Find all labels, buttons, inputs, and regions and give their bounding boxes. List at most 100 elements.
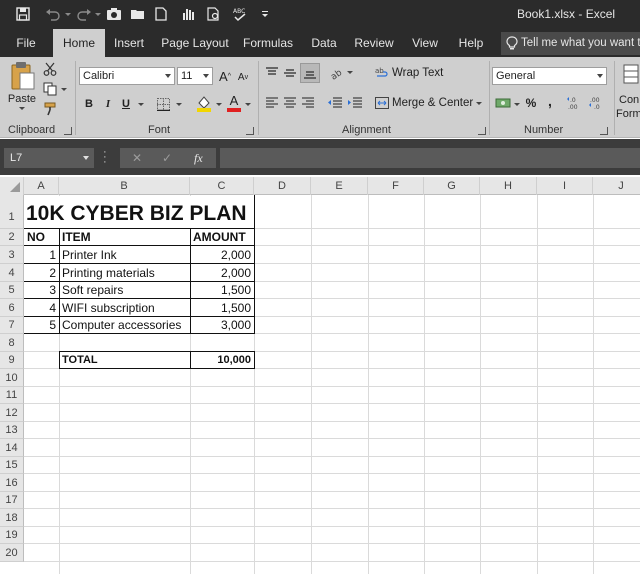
row-header-6[interactable]: 6: [0, 299, 24, 317]
column-header-e[interactable]: E: [311, 177, 368, 195]
merge-center-button[interactable]: Merge & Center: [392, 95, 473, 111]
row-header-11[interactable]: 11: [0, 387, 24, 404]
header-item[interactable]: ITEM: [59, 229, 190, 246]
cell-item[interactable]: WIFI subscription: [59, 299, 190, 317]
cell-no[interactable]: 5: [24, 317, 59, 334]
tab-view[interactable]: View: [408, 29, 442, 57]
borders-icon[interactable]: [154, 95, 172, 113]
tab-insert[interactable]: Insert: [110, 29, 148, 57]
row-header-1[interactable]: 1: [0, 195, 24, 229]
conditional-formatting-label-1[interactable]: Con: [619, 94, 639, 106]
cancel-icon[interactable]: ✕: [132, 148, 142, 168]
alignment-launcher-icon[interactable]: [478, 127, 486, 135]
cell-no[interactable]: 2: [24, 264, 59, 282]
cell-item[interactable]: Soft repairs: [59, 282, 190, 299]
number-format-combo[interactable]: General: [492, 67, 607, 85]
touch-mode-icon[interactable]: [178, 5, 198, 23]
font-color-button[interactable]: A: [226, 93, 242, 113]
increase-indent-icon[interactable]: [346, 95, 364, 111]
format-painter-icon[interactable]: [42, 101, 58, 117]
name-box-dropdown-icon[interactable]: [83, 156, 89, 160]
cell-item[interactable]: Computer accessories: [59, 317, 190, 334]
new-file-icon[interactable]: [152, 5, 170, 23]
cell-item[interactable]: Printing materials: [59, 264, 190, 282]
row-header-18[interactable]: 18: [0, 509, 24, 527]
tell-me-search[interactable]: Tell me what you want to: [501, 32, 640, 55]
column-header-b[interactable]: B: [59, 177, 190, 195]
clipboard-launcher-icon[interactable]: [64, 127, 72, 135]
cell-amount[interactable]: 2,000: [190, 246, 254, 264]
formula-bar-grip-icon[interactable]: · · ·: [103, 147, 107, 168]
bold-button[interactable]: B: [82, 95, 96, 113]
cut-icon[interactable]: [42, 61, 58, 77]
align-left-icon[interactable]: [264, 95, 280, 111]
wrap-text-icon[interactable]: ab: [374, 65, 390, 81]
increase-decimal-icon[interactable]: .0.00: [566, 95, 584, 111]
column-header-g[interactable]: G: [424, 177, 480, 195]
row-header-19[interactable]: 19: [0, 527, 24, 544]
save-icon[interactable]: [14, 5, 32, 23]
sheet-title[interactable]: 10K CYBER BIZ PLAN: [24, 199, 254, 229]
row-header-10[interactable]: 10: [0, 369, 24, 387]
undo-dropdown-icon[interactable]: [64, 5, 72, 23]
cell-amount[interactable]: 1,500: [190, 282, 254, 299]
name-box[interactable]: L7: [4, 148, 94, 168]
worksheet-grid[interactable]: A B C D E F G H I J 1 2 3 4 5 6 7 8 9 10…: [0, 177, 640, 574]
column-header-h[interactable]: H: [480, 177, 537, 195]
font-size-combo[interactable]: 11: [177, 67, 213, 85]
comma-style-button[interactable]: ,: [544, 93, 556, 109]
paste-button[interactable]: Paste: [6, 61, 38, 117]
cell-no[interactable]: 1: [24, 246, 59, 264]
select-all-corner[interactable]: [0, 177, 24, 195]
number-launcher-icon[interactable]: [600, 127, 608, 135]
underline-button[interactable]: U: [119, 95, 133, 113]
open-folder-icon[interactable]: [128, 5, 148, 23]
tab-file[interactable]: File: [8, 29, 44, 57]
spelling-icon[interactable]: ABC: [230, 5, 250, 23]
redo-dropdown-icon[interactable]: [94, 5, 102, 23]
header-amount[interactable]: AMOUNT: [190, 229, 254, 246]
formula-input[interactable]: [220, 148, 640, 168]
cell-no[interactable]: 4: [24, 299, 59, 317]
row-header-12[interactable]: 12: [0, 404, 24, 422]
tab-home[interactable]: Home: [53, 29, 105, 57]
top-align-icon[interactable]: [264, 65, 280, 81]
row-header-15[interactable]: 15: [0, 457, 24, 474]
wrap-text-button[interactable]: Wrap Text: [392, 65, 443, 81]
cell-item[interactable]: Printer Ink: [59, 246, 190, 264]
redo-icon[interactable]: [74, 5, 94, 23]
tab-help[interactable]: Help: [454, 29, 488, 57]
enter-icon[interactable]: ✓: [162, 148, 172, 168]
cell-amount[interactable]: 1,500: [190, 299, 254, 317]
cell-no[interactable]: 3: [24, 282, 59, 299]
conditional-formatting-label-2[interactable]: Form: [616, 108, 640, 120]
column-header-d[interactable]: D: [254, 177, 311, 195]
font-launcher-icon[interactable]: [246, 127, 254, 135]
customize-toolbar-icon[interactable]: [258, 5, 272, 23]
column-header-a[interactable]: A: [24, 177, 59, 195]
row-header-8[interactable]: 8: [0, 334, 24, 352]
align-center-icon[interactable]: [282, 95, 298, 111]
copy-icon[interactable]: [42, 81, 58, 97]
decrease-decimal-icon[interactable]: .00.0: [588, 95, 606, 111]
orientation-icon[interactable]: ab: [328, 65, 346, 81]
row-header-17[interactable]: 17: [0, 492, 24, 509]
row-header-16[interactable]: 16: [0, 474, 24, 492]
row-header-3[interactable]: 3: [0, 246, 24, 264]
row-header-5[interactable]: 5: [0, 282, 24, 299]
align-right-icon[interactable]: [300, 95, 316, 111]
column-header-j[interactable]: J: [593, 177, 640, 195]
conditional-formatting-icon[interactable]: [622, 63, 640, 85]
header-no[interactable]: NO: [24, 229, 59, 246]
column-header-c[interactable]: C: [190, 177, 254, 195]
cell-amount[interactable]: 2,000: [190, 264, 254, 282]
tab-formulas[interactable]: Formulas: [242, 29, 294, 57]
shrink-font-button[interactable]: Av: [236, 69, 250, 85]
percent-style-button[interactable]: %: [524, 95, 538, 111]
row-header-14[interactable]: 14: [0, 439, 24, 457]
font-name-combo[interactable]: Calibri: [79, 67, 175, 85]
row-header-20[interactable]: 20: [0, 544, 24, 562]
camera-icon[interactable]: [104, 5, 124, 23]
row-header-4[interactable]: 4: [0, 264, 24, 282]
italic-button[interactable]: I: [101, 95, 115, 113]
